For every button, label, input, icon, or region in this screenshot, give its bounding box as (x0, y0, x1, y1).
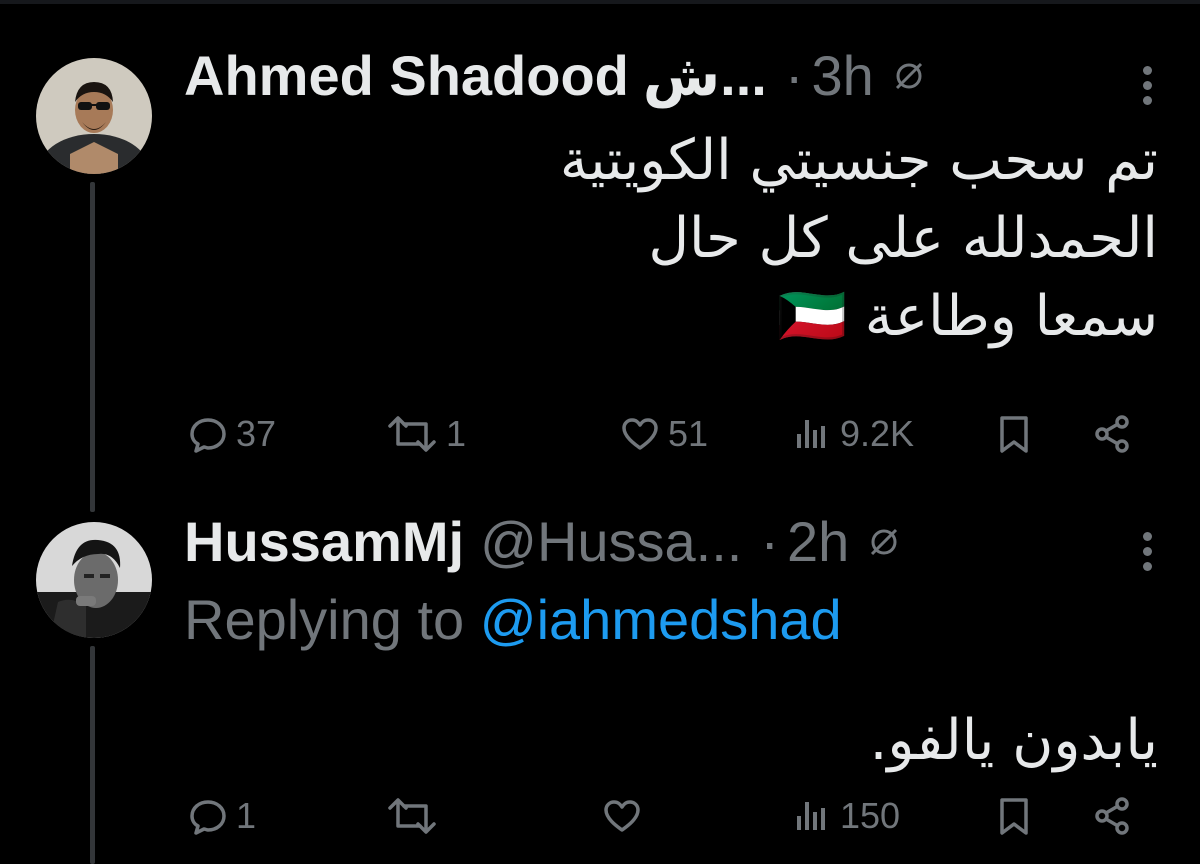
share-icon (1095, 797, 1129, 835)
repost-button[interactable] (384, 786, 446, 846)
author-name-suffix[interactable]: ش... (643, 44, 767, 108)
reply-count: 1 (236, 795, 257, 836)
reply-button[interactable]: 37 (186, 404, 276, 464)
like-button[interactable]: 51 (618, 404, 708, 464)
separator-dot: · (760, 510, 780, 573)
avatar-ahmed[interactable] (36, 58, 152, 174)
repost-icon (388, 416, 436, 452)
bookmark-button[interactable] (992, 786, 1036, 846)
like-icon (604, 800, 640, 832)
separator-dot: · (784, 44, 804, 107)
reply-button[interactable]: 1 (186, 786, 256, 846)
views-count: 9.2K (840, 413, 915, 454)
bookmark-icon (1000, 798, 1028, 835)
reply-count: 37 (236, 413, 277, 454)
reply-mention-link[interactable]: @iahmedshad (480, 588, 842, 651)
views-count: 150 (840, 795, 901, 836)
author-name[interactable]: Ahmed Shadood (184, 44, 629, 108)
tweet-text-line: سمعا وطاعة 🇰🇼 (777, 284, 1158, 349)
replying-to: Replying to @iahmedshad (184, 588, 842, 652)
more-options-icon[interactable] (1140, 532, 1154, 571)
like-count: 51 (668, 413, 709, 454)
tweet-text-line: الحمدلله على كل حال (648, 206, 1158, 271)
tweet1-header: Ahmed Shadood ش... · 3h (184, 44, 926, 108)
share-icon (1095, 415, 1129, 453)
reply-icon (190, 800, 226, 835)
views-button[interactable]: 150 (790, 786, 900, 846)
tweet1-text: تم سحب جنسيتي الكويتية الحمدلله على كل ح… (560, 122, 1158, 356)
more-options-icon[interactable] (1140, 66, 1154, 105)
author-handle[interactable]: @Hussa... (480, 510, 742, 574)
repost-count: 1 (446, 413, 467, 454)
bookmark-icon (1000, 416, 1028, 453)
author-name[interactable]: HussamMj (184, 510, 464, 574)
globe-icon (867, 525, 901, 559)
repost-button[interactable]: 1 (384, 404, 466, 464)
tweet2-text: يابدون يالفو. (870, 702, 1158, 780)
tweet1-actions: 37 1 51 9.2K (0, 404, 1200, 464)
bookmark-button[interactable] (992, 404, 1036, 464)
share-button[interactable] (1090, 404, 1134, 464)
repost-icon (388, 798, 436, 834)
tweet2-header: HussamMj @Hussa... · 2h (184, 510, 901, 574)
reply-icon (190, 418, 226, 453)
top-divider (0, 0, 1200, 4)
replying-prefix: Replying to (184, 588, 480, 651)
tweet2-actions: 1 150 (0, 786, 1200, 846)
timestamp[interactable]: 2h (787, 510, 849, 574)
views-icon (797, 420, 825, 448)
like-button[interactable] (600, 786, 650, 846)
timestamp[interactable]: 3h (812, 44, 874, 108)
views-button[interactable]: 9.2K (790, 404, 914, 464)
avatar-hussam[interactable] (36, 522, 152, 638)
like-icon (622, 418, 658, 450)
globe-icon (892, 59, 926, 93)
views-icon (797, 802, 825, 830)
tweet-text-line: يابدون يالفو. (869, 708, 1158, 773)
share-button[interactable] (1090, 786, 1134, 846)
tweet-text-line: تم سحب جنسيتي الكويتية (559, 128, 1158, 193)
